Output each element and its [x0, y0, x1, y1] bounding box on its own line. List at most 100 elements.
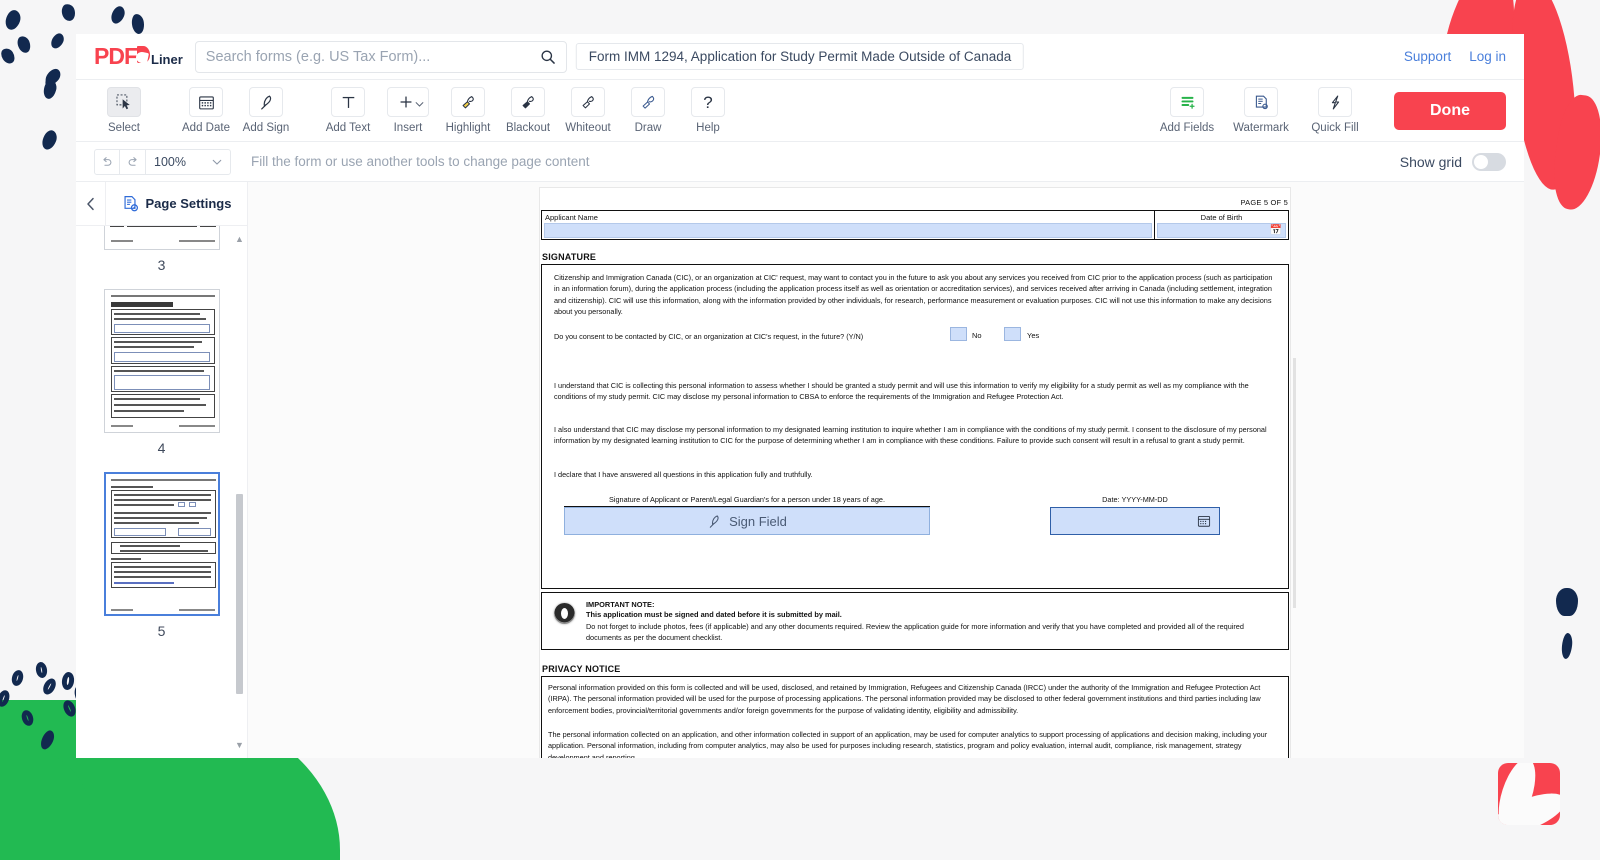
scroll-up-arrow-icon[interactable]: ▲: [235, 234, 244, 244]
sign-field-label: Sign Field: [729, 513, 787, 529]
page-thumbnail-number: 3: [157, 257, 166, 273]
applicant-header-table: Applicant Name Date of Birth 📅: [541, 210, 1289, 240]
calendar-icon: [189, 87, 223, 117]
sidebar-collapse-button[interactable]: [76, 181, 106, 226]
confetti-dot: [1556, 588, 1578, 616]
highlighter-icon: [451, 87, 485, 117]
calendar-icon[interactable]: [1197, 514, 1211, 528]
confetti-dot: [1560, 632, 1574, 660]
undo-button[interactable]: [94, 148, 120, 175]
scrollbar-track[interactable]: [236, 248, 243, 736]
calendar-icon[interactable]: 📅: [1270, 225, 1282, 236]
pdfliner-logo[interactable]: PDF Liner: [94, 43, 183, 70]
confetti-ring: [10, 668, 25, 688]
search-box[interactable]: [194, 40, 567, 73]
tool-add-fields[interactable]: Add Fields: [1154, 87, 1220, 134]
tool-add-text[interactable]: Add Text: [318, 87, 378, 134]
important-note-body: Do not forget to include photos, fees (i…: [586, 622, 1244, 643]
important-note-icon: [554, 603, 575, 624]
page-thumbnail[interactable]: [103, 289, 220, 433]
document-title[interactable]: Form IMM 1294, Application for Study Per…: [575, 43, 1025, 70]
tool-select[interactable]: Select: [94, 87, 154, 134]
select-cursor-icon: [107, 87, 141, 117]
sign-field-button[interactable]: Sign Field: [564, 507, 930, 535]
tool-add-sign[interactable]: Add Sign: [236, 87, 296, 134]
blackout-brush-icon: [511, 87, 545, 117]
tool-draw[interactable]: Draw: [618, 87, 678, 134]
done-button[interactable]: Done: [1394, 91, 1506, 130]
logo-swash-icon: [136, 45, 151, 64]
scrollbar-thumb[interactable]: [236, 494, 243, 694]
confetti-dot: [0, 46, 18, 66]
privacy-paragraph-2: The personal information collected on an…: [548, 730, 1268, 758]
redo-button[interactable]: [120, 148, 146, 175]
question-mark-icon: ?: [691, 87, 725, 117]
tool-blackout[interactable]: Blackout: [498, 87, 558, 134]
tool-label: Blackout: [505, 122, 551, 134]
date-of-birth-label: Date of Birth: [1200, 213, 1243, 222]
tool-add-date[interactable]: Add Date: [176, 87, 236, 134]
confetti-ring: [60, 671, 76, 691]
text-t-icon: [331, 87, 365, 117]
thumbnails-scrollbar[interactable]: ▲ ▼: [235, 234, 244, 750]
page-thumbnails-list[interactable]: 3 4 5 ▲ ▼: [76, 226, 247, 758]
add-fields-icon: [1170, 87, 1204, 117]
support-link[interactable]: Support: [1404, 49, 1451, 64]
tool-insert[interactable]: Insert: [378, 87, 438, 134]
login-link[interactable]: Log in: [1469, 49, 1506, 64]
sub-tool-bar: 100% Fill the form or use another tools …: [76, 142, 1524, 182]
show-grid-control[interactable]: Show grid: [1400, 152, 1506, 171]
logo-text-liner: Liner: [151, 52, 183, 67]
scroll-down-arrow-icon[interactable]: ▼: [235, 740, 244, 750]
undo-arrow-icon: [103, 156, 112, 166]
tool-label: Draw: [634, 122, 662, 134]
consent-yes-checkbox[interactable]: [1004, 327, 1021, 341]
page-thumbnail[interactable]: [103, 226, 220, 250]
search-input[interactable]: [205, 48, 540, 65]
privacy-notice-title: PRIVACY NOTICE: [542, 664, 621, 674]
applicant-name-cell: Applicant Name: [542, 211, 1155, 239]
signature-date-field[interactable]: [1050, 507, 1220, 535]
page-settings-button[interactable]: Page Settings: [106, 195, 247, 213]
zoom-level-value: 100%: [154, 154, 186, 169]
tool-help[interactable]: ? Help: [678, 87, 738, 134]
tool-quick-fill[interactable]: Quick Fill: [1302, 87, 1368, 134]
applicant-name-field[interactable]: [544, 223, 1152, 238]
tool-highlight[interactable]: Highlight: [438, 87, 498, 134]
page-thumbnail-selected[interactable]: [103, 472, 220, 616]
date-of-birth-field[interactable]: 📅: [1157, 223, 1286, 238]
page-settings-icon: [123, 195, 138, 211]
signature-pen-icon: [709, 514, 719, 528]
signature-paragraph-4: I declare that I have answered all quest…: [554, 470, 813, 479]
show-grid-toggle[interactable]: [1472, 152, 1506, 171]
tool-watermark[interactable]: Watermark: [1228, 87, 1294, 134]
search-icon[interactable]: [540, 49, 556, 65]
chevron-left-icon: [86, 197, 94, 210]
tool-whiteout[interactable]: Whiteout: [558, 87, 618, 134]
pdf-page[interactable]: PAGE 5 OF 5 Applicant Name Date of Birth…: [540, 188, 1296, 758]
signature-paragraph-3: I also understand that CIC may disclose …: [554, 425, 1267, 446]
document-viewer[interactable]: PAGE 5 OF 5 Applicant Name Date of Birth…: [248, 182, 1524, 758]
plus-icon: [387, 87, 429, 117]
zoom-level-select[interactable]: 100%: [145, 148, 231, 175]
consent-no-checkbox[interactable]: [950, 327, 967, 341]
top-bar: PDF Liner Form IMM 1294, Application for…: [76, 34, 1524, 80]
confetti-ring: [40, 676, 59, 697]
tool-label: Whiteout: [565, 122, 611, 134]
signature-pen-icon: [249, 87, 283, 117]
app-window: PDF Liner Form IMM 1294, Application for…: [76, 34, 1524, 758]
consent-question: Do you consent to be contacted by CIC, o…: [554, 332, 864, 341]
page-scroll-indicator[interactable]: [1293, 358, 1296, 608]
confetti-dot: [39, 128, 60, 152]
date-of-birth-cell: Date of Birth 📅: [1155, 211, 1288, 239]
important-note-bold-line: This application must be signed and date…: [586, 610, 842, 619]
tool-label: Insert: [393, 122, 423, 134]
signature-paragraph-1: Citizenship and Immigration Canada (CIC)…: [554, 273, 1273, 316]
tool-label: Quick Fill: [1311, 122, 1359, 134]
confetti-dot: [15, 34, 33, 55]
sidebar-header: Page Settings: [76, 181, 247, 226]
chevron-down-icon: [212, 159, 222, 165]
confetti-ring: [34, 661, 49, 679]
pdf-file-icon: [1498, 763, 1560, 825]
page-settings-label: Page Settings: [145, 196, 232, 211]
